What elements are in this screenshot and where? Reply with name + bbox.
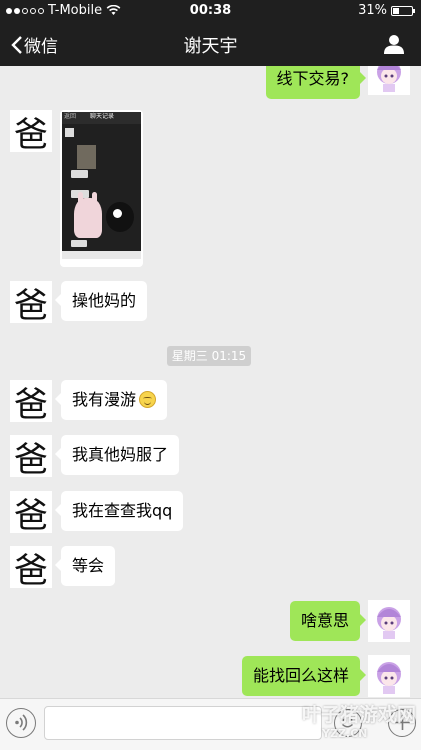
- chat-title: 谢天宇: [183, 36, 238, 57]
- image-message[interactable]: 返回 聊天记录: [60, 110, 143, 267]
- chat-history[interactable]: 线下交易? 爸 返回 聊天记录 爸 操他妈的 星期三 01:15 爸 我有漫游 …: [0, 66, 421, 698]
- status-bar: T-Mobile 00:38 31%: [0, 0, 421, 22]
- contact-avatar[interactable]: 爸: [10, 110, 52, 155]
- contact-avatar[interactable]: 爸: [10, 435, 52, 480]
- input-bar: [0, 698, 421, 750]
- contact-avatar[interactable]: 爸: [10, 380, 52, 425]
- voice-icon: [15, 714, 28, 731]
- message-bubble-incoming[interactable]: 我在查查我qq: [54, 491, 184, 531]
- contact-avatar[interactable]: 爸: [10, 281, 52, 326]
- plus-icon: [394, 715, 410, 730]
- my-avatar[interactable]: [368, 66, 410, 95]
- timestamp-divider: 星期三 01:15: [167, 346, 251, 366]
- my-avatar[interactable]: [368, 655, 410, 697]
- message-bubble-incoming[interactable]: 操他妈的: [54, 281, 148, 321]
- my-avatar[interactable]: [368, 600, 410, 642]
- message-bubble-outgoing[interactable]: 能找回么这样: [241, 656, 367, 696]
- message-input[interactable]: [44, 706, 322, 740]
- anime-girl-avatar-icon: [377, 607, 401, 639]
- message-bubble-outgoing[interactable]: 线下交易?: [265, 66, 366, 99]
- message-bubble-incoming[interactable]: 我有漫游: [54, 380, 168, 420]
- navigation-bar: 微信 谢天宇: [0, 22, 421, 66]
- battery-status: 31%: [358, 3, 415, 18]
- message-bubble-incoming[interactable]: 等会: [54, 546, 116, 586]
- person-icon[interactable]: [383, 33, 405, 55]
- contact-avatar[interactable]: 爸: [10, 491, 52, 536]
- voice-input-button[interactable]: [6, 708, 36, 738]
- smiley-icon: [341, 718, 354, 728]
- emoji-button[interactable]: [334, 709, 362, 737]
- contact-avatar[interactable]: 爸: [10, 546, 52, 591]
- smiley-emoji-icon: [139, 391, 157, 408]
- anime-girl-avatar-icon: [377, 662, 401, 694]
- more-options-button[interactable]: [388, 709, 416, 737]
- message-bubble-outgoing[interactable]: 啥意思: [289, 601, 367, 641]
- anime-girl-avatar-icon: [377, 66, 401, 92]
- battery-percent: 31%: [358, 3, 387, 18]
- chat-screenshot-image: 返回 聊天记录: [62, 112, 141, 259]
- message-bubble-incoming[interactable]: 我真他妈服了: [54, 435, 180, 475]
- battery-icon: [391, 5, 415, 16]
